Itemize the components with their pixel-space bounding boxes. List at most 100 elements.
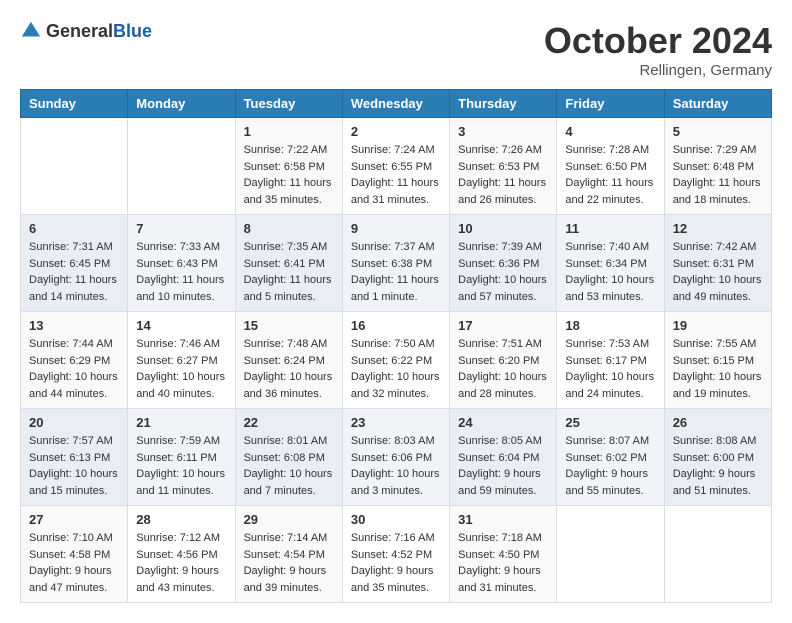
calendar-cell: 17Sunrise: 7:51 AMSunset: 6:20 PMDayligh… (450, 312, 557, 409)
weekday-header: Tuesday (235, 90, 342, 118)
calendar-cell: 28Sunrise: 7:12 AMSunset: 4:56 PMDayligh… (128, 506, 235, 603)
day-info: Sunrise: 7:33 AMSunset: 6:43 PMDaylight:… (136, 239, 226, 305)
day-info: Sunrise: 8:05 AMSunset: 6:04 PMDaylight:… (458, 433, 548, 499)
day-number: 26 (673, 415, 763, 430)
weekday-header: Sunday (21, 90, 128, 118)
calendar-cell: 29 Sunrise: 7:14 AMSunset: 4:54 PMDayligh… (235, 506, 342, 603)
day-number: 6 (29, 221, 119, 236)
calendar-cell: 24 Sunrise: 8:05 AMSunset: 6:04 PMDayligh… (450, 409, 557, 506)
day-number: 31 (458, 512, 548, 527)
day-number: 8 (244, 221, 334, 236)
calendar-cell: 5 Sunrise: 7:29 AMSunset: 6:48 PMDaylight… (664, 118, 771, 215)
day-number: 11 (565, 221, 655, 236)
logo-blue: Blue (113, 21, 152, 41)
day-number: 4 (565, 124, 655, 139)
day-info: Sunrise: 7:42 AMSunset: 6:31 PMDaylight:… (673, 239, 763, 305)
calendar-cell: 30 Sunrise: 7:16 AMSunset: 4:52 PMDayligh… (342, 506, 449, 603)
day-info: Sunrise: 7:37 AMSunset: 6:38 PMDaylight:… (351, 239, 441, 305)
logo-general: General (46, 21, 113, 41)
day-number: 27 (29, 512, 119, 527)
calendar-cell: 13 Sunrise: 7:44 AMSunset: 6:29 PMDayligh… (21, 312, 128, 409)
calendar-cell: 19 Sunrise: 7:55 AMSunset: 6:15 PMDayligh… (664, 312, 771, 409)
calendar-cell: 9 Sunrise: 7:37 AMSunset: 6:38 PMDaylight… (342, 215, 449, 312)
day-info: Sunrise: 7:48 AMSunset: 6:24 PMDaylight:… (244, 336, 334, 402)
day-info: Sunrise: 7:28 AMSunset: 6:50 PMDaylight:… (565, 142, 655, 208)
day-number: 5 (673, 124, 763, 139)
weekday-header: Saturday (664, 90, 771, 118)
logo: GeneralBlue (20, 20, 152, 42)
day-info: Sunrise: 7:57 AMSunset: 6:13 PMDaylight:… (29, 433, 119, 499)
day-info: Sunrise: 7:53 AMSunset: 6:17 PMDaylight:… (565, 336, 655, 402)
calendar-cell: 26 Sunrise: 8:08 AMSunset: 6:00 PMDayligh… (664, 409, 771, 506)
calendar-cell: 12 Sunrise: 7:42 AMSunset: 6:31 PMDayligh… (664, 215, 771, 312)
day-number: 9 (351, 221, 441, 236)
day-number: 3 (458, 124, 548, 139)
day-number: 22 (244, 415, 334, 430)
calendar-cell: 10 Sunrise: 7:39 AMSunset: 6:36 PMDayligh… (450, 215, 557, 312)
day-number: 2 (351, 124, 441, 139)
calendar-cell: 22 Sunrise: 8:01 AMSunset: 6:08 PMDayligh… (235, 409, 342, 506)
day-info: Sunrise: 7:18 AMSunset: 4:50 PMDaylight:… (458, 530, 548, 596)
day-number: 19 (673, 318, 763, 333)
calendar-cell: 23Sunrise: 8:03 AMSunset: 6:06 PMDayligh… (342, 409, 449, 506)
day-info: Sunrise: 7:50 AMSunset: 6:22 PMDaylight:… (351, 336, 441, 402)
day-info: Sunrise: 7:59 AMSunset: 6:11 PMDaylight:… (136, 433, 226, 499)
calendar-cell: 20 Sunrise: 7:57 AMSunset: 6:13 PMDayligh… (21, 409, 128, 506)
calendar-cell: 7Sunrise: 7:33 AMSunset: 6:43 PMDaylight… (128, 215, 235, 312)
day-number: 12 (673, 221, 763, 236)
calendar-cell: 4 Sunrise: 7:28 AMSunset: 6:50 PMDaylight… (557, 118, 664, 215)
calendar-cell (128, 118, 235, 215)
day-info: Sunrise: 7:55 AMSunset: 6:15 PMDaylight:… (673, 336, 763, 402)
calendar-cell: 8Sunrise: 7:35 AMSunset: 6:41 PMDaylight… (235, 215, 342, 312)
day-number: 23 (351, 415, 441, 430)
day-number: 21 (136, 415, 226, 430)
calendar-week-row: 1Sunrise: 7:22 AMSunset: 6:58 PMDaylight… (21, 118, 772, 215)
calendar-cell: 14Sunrise: 7:46 AMSunset: 6:27 PMDayligh… (128, 312, 235, 409)
day-info: Sunrise: 7:26 AMSunset: 6:53 PMDaylight:… (458, 142, 548, 208)
day-number: 29 (244, 512, 334, 527)
day-number: 20 (29, 415, 119, 430)
calendar-week-row: 27 Sunrise: 7:10 AMSunset: 4:58 PMDayligh… (21, 506, 772, 603)
day-number: 24 (458, 415, 548, 430)
day-info: Sunrise: 8:08 AMSunset: 6:00 PMDaylight:… (673, 433, 763, 499)
calendar-cell: 31 Sunrise: 7:18 AMSunset: 4:50 PMDayligh… (450, 506, 557, 603)
day-info: Sunrise: 7:39 AMSunset: 6:36 PMDaylight:… (458, 239, 548, 305)
day-info: Sunrise: 8:01 AMSunset: 6:08 PMDaylight:… (244, 433, 334, 499)
calendar-cell: 18Sunrise: 7:53 AMSunset: 6:17 PMDayligh… (557, 312, 664, 409)
calendar-cell: 3 Sunrise: 7:26 AMSunset: 6:53 PMDaylight… (450, 118, 557, 215)
calendar-cell (557, 506, 664, 603)
day-info: Sunrise: 7:10 AMSunset: 4:58 PMDaylight:… (29, 530, 119, 596)
weekday-header-row: SundayMondayTuesdayWednesdayThursdayFrid… (21, 90, 772, 118)
day-info: Sunrise: 7:31 AMSunset: 6:45 PMDaylight:… (29, 239, 119, 305)
calendar-table: SundayMondayTuesdayWednesdayThursdayFrid… (20, 89, 772, 603)
calendar-cell (21, 118, 128, 215)
calendar-cell: 6 Sunrise: 7:31 AMSunset: 6:45 PMDaylight… (21, 215, 128, 312)
day-info: Sunrise: 7:40 AMSunset: 6:34 PMDaylight:… (565, 239, 655, 305)
day-number: 16 (351, 318, 441, 333)
location-subtitle: Rellingen, Germany (544, 62, 772, 79)
day-info: Sunrise: 7:16 AMSunset: 4:52 PMDaylight:… (351, 530, 441, 596)
calendar-cell: 1Sunrise: 7:22 AMSunset: 6:58 PMDaylight… (235, 118, 342, 215)
day-info: Sunrise: 7:29 AMSunset: 6:48 PMDaylight:… (673, 142, 763, 208)
day-number: 28 (136, 512, 226, 527)
day-info: Sunrise: 7:44 AMSunset: 6:29 PMDaylight:… (29, 336, 119, 402)
calendar-cell: 15 Sunrise: 7:48 AMSunset: 6:24 PMDayligh… (235, 312, 342, 409)
weekday-header: Wednesday (342, 90, 449, 118)
day-info: Sunrise: 7:46 AMSunset: 6:27 PMDaylight:… (136, 336, 226, 402)
title-section: October 2024 Rellingen, Germany (544, 20, 772, 79)
day-info: Sunrise: 7:51 AMSunset: 6:20 PMDaylight:… (458, 336, 548, 402)
calendar-cell: 21 Sunrise: 7:59 AMSunset: 6:11 PMDayligh… (128, 409, 235, 506)
day-number: 15 (244, 318, 334, 333)
day-number: 30 (351, 512, 441, 527)
calendar-cell: 2 Sunrise: 7:24 AMSunset: 6:55 PMDaylight… (342, 118, 449, 215)
calendar-cell: 11 Sunrise: 7:40 AMSunset: 6:34 PMDayligh… (557, 215, 664, 312)
day-info: Sunrise: 7:24 AMSunset: 6:55 PMDaylight:… (351, 142, 441, 208)
weekday-header: Monday (128, 90, 235, 118)
weekday-header: Thursday (450, 90, 557, 118)
calendar-week-row: 13 Sunrise: 7:44 AMSunset: 6:29 PMDayligh… (21, 312, 772, 409)
day-number: 25 (565, 415, 655, 430)
calendar-cell: 27 Sunrise: 7:10 AMSunset: 4:58 PMDayligh… (21, 506, 128, 603)
day-number: 10 (458, 221, 548, 236)
day-number: 13 (29, 318, 119, 333)
day-info: Sunrise: 7:14 AMSunset: 4:54 PMDaylight:… (244, 530, 334, 596)
